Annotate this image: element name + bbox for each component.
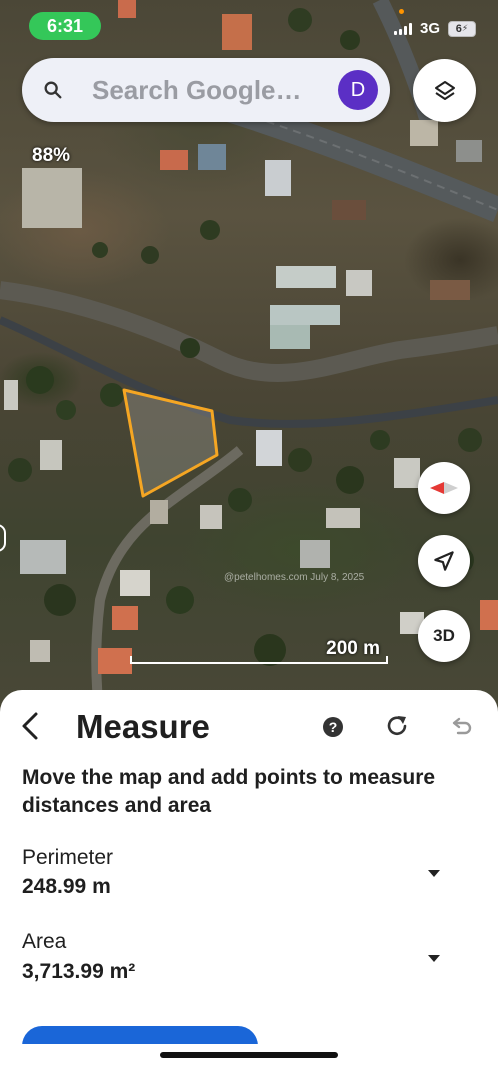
area-units-dropdown-icon[interactable] <box>426 953 442 963</box>
help-icon[interactable]: ? <box>322 716 344 738</box>
perimeter-value: 248.99 m <box>22 875 111 898</box>
zoom-percentage: 88% <box>32 145 71 166</box>
reset-icon[interactable] <box>384 713 410 739</box>
perimeter-label: Perimeter <box>22 846 114 869</box>
compass-icon <box>430 482 458 494</box>
measure-instructions: Move the map and add points to measure d… <box>22 766 436 817</box>
toggle-3d-button[interactable]: 3D <box>418 610 470 662</box>
status-time: 6:31 <box>29 12 101 40</box>
map-layers-button[interactable] <box>413 59 476 122</box>
layers-icon <box>434 80 455 100</box>
network-type: 3G <box>419 20 440 37</box>
back-arrow-icon[interactable] <box>18 710 44 742</box>
status-indicators: 3G 6 ⚡ <box>393 20 476 37</box>
signal-icon <box>393 22 412 35</box>
battery-icon: 6 ⚡ <box>448 20 476 37</box>
measure-sheet: Measure ? Move the map and add points to… <box>0 690 498 1080</box>
area-value: 3,713.99 m² <box>22 960 136 983</box>
sheet-title: Measure <box>76 708 210 745</box>
scale-line <box>130 656 388 664</box>
search-icon[interactable] <box>42 79 64 101</box>
map-scale-bar: 200 m <box>128 636 390 666</box>
svg-text:?: ? <box>329 719 338 735</box>
sheet-bottom-area <box>0 1044 498 1080</box>
privacy-indicator-dot <box>399 9 404 14</box>
account-avatar[interactable]: D <box>338 70 378 110</box>
undo-icon[interactable] <box>448 713 474 739</box>
map-watermark: @petelhomes.com July 8, 2025 <box>224 572 365 583</box>
compass-button[interactable] <box>418 462 470 514</box>
search-bar[interactable]: Search Google… D <box>22 58 390 122</box>
my-location-button[interactable] <box>418 535 470 587</box>
search-input[interactable]: Search Google… <box>92 75 338 106</box>
home-indicator[interactable] <box>160 1052 338 1058</box>
area-label: Area <box>22 930 67 953</box>
perimeter-units-dropdown-icon[interactable] <box>426 868 442 878</box>
status-bar: 6:31 3G 6 ⚡ <box>0 0 498 56</box>
navigation-arrow-icon <box>434 551 454 571</box>
